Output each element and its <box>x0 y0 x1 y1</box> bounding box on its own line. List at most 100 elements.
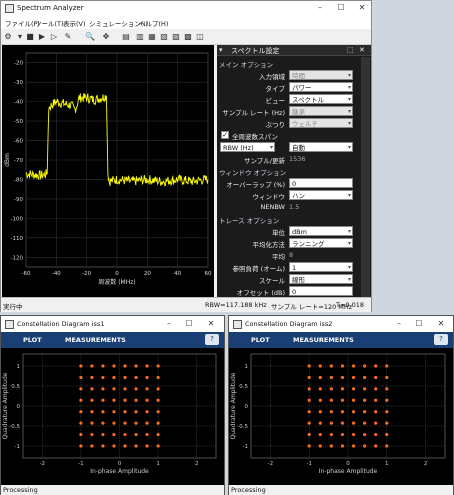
panel-scrollbar[interactable] <box>361 57 370 297</box>
main-option-field[interactable]: スペクトル ▾ <box>289 94 353 104</box>
close-icon[interactable]: ✕ <box>435 319 447 329</box>
zoom-icon[interactable]: 🔍 <box>85 32 95 42</box>
constellation-point <box>307 410 311 414</box>
peaks-icon[interactable]: ▧ <box>159 32 169 42</box>
x-tick-label: 2 <box>424 461 428 467</box>
rbw-select[interactable]: RBW (Hz) ▾ <box>220 142 275 152</box>
constellation-point <box>123 364 127 368</box>
panel-undock-icon[interactable]: ⬚ <box>347 46 354 54</box>
constellation-point <box>145 364 149 368</box>
run-icon[interactable]: ▶ <box>37 32 47 42</box>
tab-measurements[interactable]: MEASUREMENTS <box>293 336 354 344</box>
y-tick-label: -90 <box>14 197 23 203</box>
status-text: Processing <box>231 486 266 494</box>
constellation-point <box>134 410 138 414</box>
window-title: Constellation Diagram iss2 <box>245 320 333 328</box>
constellation-point <box>145 410 149 414</box>
section-trace-options[interactable]: トレース オプション <box>219 215 279 225</box>
menu-view[interactable]: 表示(V) <box>63 18 86 28</box>
maximize-icon[interactable]: ☐ <box>413 319 425 329</box>
constellation-point <box>340 375 345 380</box>
close-icon[interactable]: ✕ <box>356 3 368 13</box>
constellation-window-1: Constellation Diagram iss1 – ☐ ✕ PLOT ME… <box>0 315 225 495</box>
trace-option-label: 平均 <box>272 253 285 261</box>
help-icon[interactable]: ? <box>205 334 219 345</box>
trace-option-field[interactable]: 0 <box>289 286 353 296</box>
panel-collapse-icon[interactable]: ▾ <box>219 46 223 54</box>
help-icon[interactable]: ? <box>434 334 448 345</box>
constellation-point <box>145 444 149 448</box>
minimize-icon[interactable]: – <box>393 319 405 329</box>
chevron-down-icon: ▾ <box>347 276 351 283</box>
trace-option-field[interactable]: dBm ▾ <box>289 226 353 236</box>
window-option-field[interactable]: 0 <box>289 178 353 188</box>
y-axis-label: Quadrature Amplitude <box>230 372 237 439</box>
main-option-field[interactable]: パワー ▾ <box>289 82 353 92</box>
main-option-field: ウェルチ ▾ <box>289 118 353 128</box>
y-tick-label: -0.5 <box>237 424 248 430</box>
constellation-point <box>374 410 378 414</box>
cursor-icon[interactable]: ▨ <box>171 32 181 42</box>
window-title: Constellation Diagram iss1 <box>17 320 105 328</box>
measure-icon[interactable]: ▦ <box>147 32 157 42</box>
y-tick-label: 0 <box>17 404 21 410</box>
constellation-point <box>351 387 356 391</box>
panel-close-icon[interactable]: ✕ <box>359 46 365 54</box>
dropdown-icon[interactable]: ▾ <box>15 32 25 42</box>
menu-tools[interactable]: ツール(T) <box>35 18 64 28</box>
field-value: 線形 <box>292 276 305 284</box>
toolbar: ⚙ ▾ ■ ▶ ▷ ✎ 🔍 ✥ ▤ ▥ ▦ ▧ ▨ ▩ ◫ <box>1 29 371 45</box>
settings-icon[interactable]: ⚙ <box>3 32 13 42</box>
ccdf-icon[interactable]: ▩ <box>183 32 193 42</box>
spectrum-icon[interactable]: ▥ <box>135 32 145 42</box>
trace-option-field[interactable]: ランニング ▾ <box>289 238 353 248</box>
close-icon[interactable]: ✕ <box>205 319 217 329</box>
maximize-icon[interactable]: ☐ <box>183 319 195 329</box>
y-tick-label: -110 <box>11 236 24 242</box>
rbw-value-field[interactable]: 自動 ▾ <box>289 142 353 152</box>
stop-icon[interactable]: ■ <box>25 32 35 42</box>
constellation-point <box>145 375 149 380</box>
constellation-point <box>318 398 322 402</box>
x-tick-label: -40 <box>52 271 61 277</box>
section-main-options[interactable]: メイン オプション <box>219 59 273 69</box>
constellation-point <box>123 444 127 448</box>
maximize-icon[interactable]: ☐ <box>335 3 347 13</box>
y-tick-label: -0.5 <box>9 424 20 430</box>
constellation-chart-svg: -2 -1 0 1 2 1 0.5 0 -0.5 -1 In-phase Amplitude Quad… <box>230 353 446 475</box>
constellation-point <box>156 432 160 437</box>
status-text: Processing <box>3 486 38 494</box>
constellation-point <box>351 375 356 380</box>
spectrum-plot[interactable]: -20 -30 -40 -50 -60 -70 -80 -90 -100 -110 -120 -60 -… <box>2 45 214 297</box>
channel-icon[interactable]: ◫ <box>195 32 205 42</box>
samples-per-update-label: サンプル/更新 <box>244 157 285 165</box>
full-span-label: 全周波数スパン <box>232 133 278 141</box>
x-tick-label: -2 <box>268 461 273 467</box>
minimize-icon[interactable]: – <box>163 319 175 329</box>
full-span-checkbox[interactable]: ✓ <box>221 131 229 139</box>
spectrogram-icon[interactable]: ▤ <box>121 32 131 42</box>
constellation-point <box>145 398 149 402</box>
section-window-options[interactable]: ウィンドウ オプション <box>219 167 286 177</box>
tab-measurements[interactable]: MEASUREMENTS <box>65 336 126 344</box>
menu-help[interactable]: ヘルプ(H) <box>139 18 168 28</box>
x-tick-label: 0 <box>346 461 350 467</box>
tab-plot[interactable]: PLOT <box>251 336 270 344</box>
trace-option-field[interactable]: 1 ▾ <box>289 262 353 272</box>
constellation-point <box>101 444 105 448</box>
constellation-plot[interactable]: -2 -1 0 1 2 1 0.5 0 -0.5 -1 In-phase Amplitude Quad… <box>1 348 224 485</box>
y-tick-label: -30 <box>14 80 23 86</box>
tab-plot[interactable]: PLOT <box>23 336 42 344</box>
minimize-icon[interactable]: – <box>314 3 326 13</box>
step-icon[interactable]: ▷ <box>49 32 59 42</box>
constellation-plot[interactable]: -2 -1 0 1 2 1 0.5 0 -0.5 -1 In-phase Amplitude Quad… <box>229 348 453 485</box>
highlight-icon[interactable]: ✎ <box>63 32 73 42</box>
trace-option-field[interactable]: 線形 ▾ <box>289 274 353 284</box>
title-bar: Spectrum Analyzer – ☐ ✕ <box>1 1 371 16</box>
pan-icon[interactable]: ✥ <box>101 32 111 42</box>
window-option-field[interactable]: ハン ▾ <box>289 190 353 200</box>
constellation-point <box>123 387 127 391</box>
constellation-point <box>329 387 333 391</box>
panel-title: スペクトル設定 <box>231 47 280 55</box>
trace-option-label: 参照負荷 (オーム) <box>232 265 285 273</box>
